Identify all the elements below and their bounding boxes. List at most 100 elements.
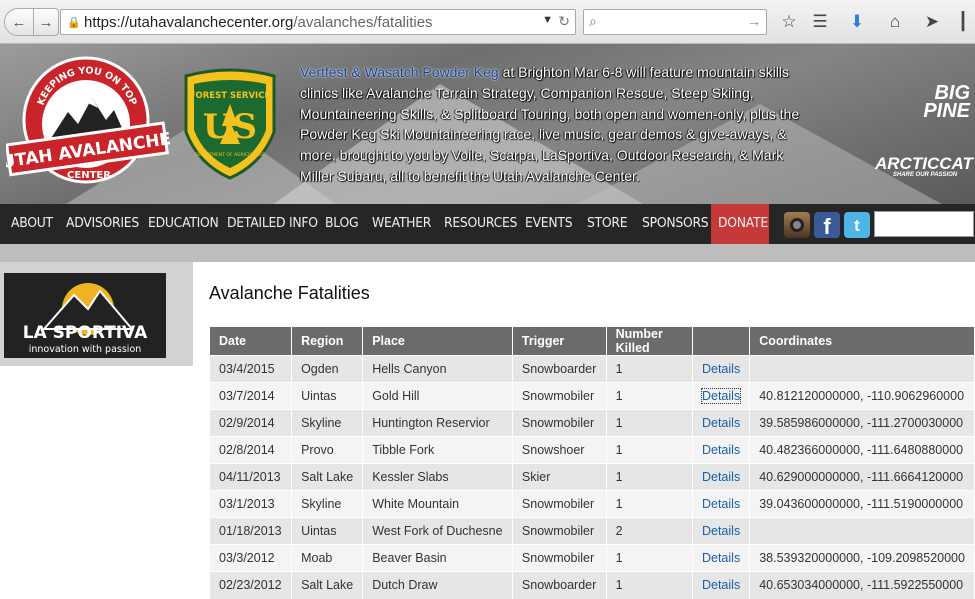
nav-weather[interactable]: WEATHER	[372, 204, 431, 244]
site-search-input[interactable]	[874, 211, 974, 237]
column-header: Number Killed	[606, 327, 693, 356]
nav-about[interactable]: ABOUT	[11, 204, 53, 244]
table-row: 03/7/2014 Uintas Gold Hill Snowmobiler 1 Deta…	[210, 382, 975, 410]
browser-search-input[interactable]: ⌕ →	[583, 9, 767, 35]
details-link[interactable]: Details	[702, 470, 740, 484]
cell-coordinates: 40.482366000000, -111.6480880000	[749, 436, 975, 464]
cell-details: Details	[692, 571, 751, 599]
cell-details: Details	[692, 409, 751, 437]
cell-killed: 1	[606, 571, 693, 599]
utah-avalanche-center-logo[interactable]: UTAH AVALANCHE CENTER KEEPING YOU ON TOP	[6, 54, 170, 194]
cell-coordinates: 39.043600000000, -111.5190000000	[749, 490, 975, 518]
column-header: Region	[291, 327, 364, 356]
cell-date: 02/9/2014	[210, 409, 293, 437]
nav-blog[interactable]: BLOG	[325, 204, 359, 244]
nav-education[interactable]: EDUCATION	[148, 204, 219, 244]
details-link[interactable]: Details	[700, 388, 742, 404]
cell-trigger: Snowboarder	[512, 355, 607, 383]
url-host: https://utahavalanchecenter.org	[84, 13, 294, 31]
cell-date: 02/8/2014	[210, 436, 293, 464]
send-icon[interactable]: ➤	[921, 11, 943, 33]
arcticcat-sponsor-logo[interactable]: ARCTICCAT SHARE OUR PASSION	[875, 154, 975, 184]
promo-text: at Brighton Mar 6-8 will feature mountai…	[300, 64, 800, 184]
table-row: 02/8/2014 Provo Tibble Fork Snowshoer 1 Detai…	[210, 436, 975, 464]
url-dropdown-icon[interactable]: ▼	[542, 14, 553, 26]
big-pine-sponsor-logo[interactable]: BIG PINE	[880, 83, 970, 134]
details-link[interactable]: Details	[702, 578, 740, 592]
cell-region: Ogden	[291, 355, 364, 383]
nav-advisories[interactable]: ADVISORIES	[66, 204, 139, 244]
details-link[interactable]: Details	[702, 362, 740, 376]
cell-date: 02/23/2012	[210, 571, 293, 599]
cell-place: Hells Canyon	[362, 355, 513, 383]
fatalities-table: Date Region Place Trigger Number Killed Coord…	[210, 327, 975, 599]
search-go-icon[interactable]: →	[747, 13, 761, 29]
details-link[interactable]: Details	[702, 443, 740, 457]
column-header: Place	[362, 327, 513, 356]
cell-date: 04/11/2013	[210, 463, 293, 491]
download-icon[interactable]: ⬇	[846, 11, 868, 33]
cell-trigger: Snowmobiler	[512, 382, 607, 410]
cell-place: White Mountain	[362, 490, 513, 518]
cell-trigger: Snowmobiler	[512, 517, 607, 545]
cell-details: Details	[692, 490, 751, 518]
cell-date: 03/1/2013	[210, 490, 293, 518]
reading-list-icon[interactable]: ☰	[809, 11, 831, 33]
column-header	[692, 327, 751, 356]
cell-trigger: Snowboarder	[512, 571, 607, 599]
details-link[interactable]: Details	[702, 524, 740, 538]
nav-sponsors[interactable]: SPONSORS	[642, 204, 709, 244]
details-link[interactable]: Details	[702, 416, 740, 430]
cell-date: 01/18/2013	[210, 517, 293, 545]
twitter-icon[interactable]: t	[844, 212, 870, 238]
cell-region: Provo	[291, 436, 364, 464]
cell-trigger: Skier	[512, 463, 607, 491]
nav-resources[interactable]: RESOURCES	[444, 204, 517, 244]
url-path: /avalanches/fatalities	[293, 13, 433, 31]
cell-coordinates: 38.539320000000, -109.2098520000	[749, 544, 975, 572]
cell-place: West Fork of Duchesne	[362, 517, 513, 545]
cell-region: Uintas	[291, 517, 364, 545]
cell-killed: 1	[606, 436, 693, 464]
cell-place: Beaver Basin	[362, 544, 513, 572]
overflow-icon[interactable]: ┃	[956, 11, 970, 33]
column-header: Date	[210, 327, 293, 356]
facebook-icon[interactable]: f	[814, 212, 840, 239]
cell-region: Uintas	[291, 382, 364, 410]
promo-link[interactable]: Vertfest & Wasatch Powder Keg	[300, 64, 499, 80]
cell-details: Details	[692, 382, 751, 410]
la-sportiva-sponsor-ad[interactable]: LA SPORTIVA innovation with passion	[4, 273, 166, 358]
url-bar[interactable]: 🔒 https://utahavalanchecenter.org/avalan…	[60, 9, 576, 35]
forward-button[interactable]: →	[33, 8, 59, 36]
back-button[interactable]: ←	[4, 8, 34, 36]
home-icon[interactable]: ⌂	[884, 11, 906, 33]
bookmark-star-icon[interactable]: ☆	[778, 11, 800, 33]
nav-events[interactable]: EVENTS	[525, 204, 573, 244]
table-row: 03/4/2015 Ogden Hells Canyon Snowboarder 1 De…	[210, 355, 975, 383]
table-body: 03/4/2015 Ogden Hells Canyon Snowboarder 1 De…	[210, 355, 975, 599]
cell-killed: 1	[606, 544, 693, 572]
column-header: Trigger	[512, 327, 607, 356]
details-link[interactable]: Details	[702, 497, 740, 511]
cell-details: Details	[692, 517, 751, 545]
back-arrow-icon: ←	[11, 13, 27, 31]
forest-service-logo[interactable]: FOREST SERVICE US DEPARTMENT OF AGRICULT…	[182, 68, 278, 180]
nav-detailed-info[interactable]: DETAILED INFO	[227, 204, 318, 244]
details-link[interactable]: Details	[702, 551, 740, 565]
reload-icon[interactable]: ↻	[558, 13, 570, 30]
nav-store[interactable]: STORE	[587, 204, 628, 244]
cell-place: Dutch Draw	[362, 571, 513, 599]
cell-details: Details	[692, 355, 751, 383]
table-row: 04/11/2013 Salt Lake Kessler Slabs Skier 1 De…	[210, 463, 975, 491]
nav-donate[interactable]: DONATE	[718, 204, 768, 244]
cell-details: Details	[692, 544, 751, 572]
cell-killed: 1	[606, 490, 693, 518]
cell-trigger: Snowmobiler	[512, 544, 607, 572]
sidebar: LA SPORTIVA innovation with passion	[0, 262, 193, 366]
cell-region: Skyline	[291, 409, 364, 437]
cell-details: Details	[692, 463, 751, 491]
header-divider	[0, 244, 975, 262]
cell-region: Moab	[291, 544, 364, 572]
instagram-icon[interactable]	[784, 212, 810, 238]
browser-toolbar: ← → 🔒 https://utahavalanchecenter.org/av…	[0, 0, 975, 44]
